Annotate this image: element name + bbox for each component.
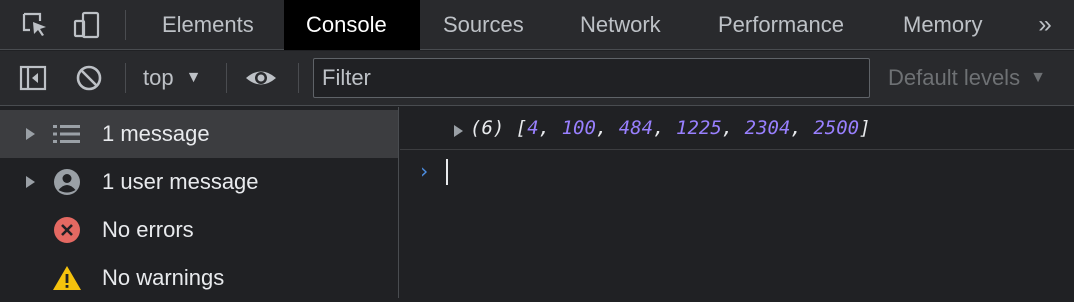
user-icon	[52, 167, 82, 197]
more-tabs-chevron-icon[interactable]: »	[1028, 8, 1062, 42]
array-value: 100	[561, 117, 596, 139]
toolbar-separator	[226, 63, 227, 93]
filter-input[interactable]	[313, 58, 870, 98]
sidebar-item-messages[interactable]: 1 message	[0, 110, 398, 158]
expand-arrow-icon[interactable]	[452, 121, 464, 143]
toolbar-separator	[125, 10, 126, 40]
tab-console[interactable]: Console	[284, 0, 420, 50]
sidebar-item-label: No warnings	[102, 265, 225, 290]
array-value: 484	[618, 117, 654, 139]
console-toolbar: top ▼ Default levels ▼	[0, 51, 1074, 106]
array-value: 2500	[813, 117, 860, 139]
caret-down-icon: ▼	[185, 69, 202, 86]
text-cursor	[446, 159, 448, 185]
device-toolbar-icon[interactable]	[70, 8, 104, 42]
warning-icon	[52, 263, 82, 293]
devtools-tabbar: Elements Console Sources Network Perform…	[0, 0, 1074, 50]
caret-down-icon: ▼	[1030, 69, 1046, 86]
sidebar-item-label: 1 message	[102, 121, 210, 146]
toolbar-separator	[298, 63, 299, 93]
sidebar-item-label: 1 user message	[102, 169, 259, 194]
context-label: top	[143, 65, 174, 90]
error-icon	[52, 215, 82, 245]
tab-performance[interactable]: Performance	[696, 0, 866, 50]
console-prompt-row[interactable]: ›	[400, 151, 1074, 191]
live-expression-eye-icon[interactable]	[244, 61, 278, 95]
array-value: 2304	[744, 117, 791, 139]
sidebar-item-label: No errors	[102, 217, 194, 242]
console-output-area[interactable]: (6) [4, 100, 484, 1225, 2304, 2500] ›	[400, 107, 1074, 298]
array-value: 1225	[676, 117, 722, 139]
tab-memory[interactable]: Memory	[881, 0, 1004, 50]
tab-network[interactable]: Network	[558, 0, 683, 50]
sidebar-item-user-messages[interactable]: 1 user message	[0, 158, 398, 206]
sidebar-toggle-icon[interactable]	[16, 61, 50, 95]
clear-console-icon[interactable]	[72, 61, 106, 95]
log-levels-label: Default levels	[888, 65, 1021, 90]
prompt-chevron-icon: ›	[418, 159, 431, 183]
expand-arrow-icon[interactable]	[22, 126, 38, 142]
sidebar-item-errors[interactable]: No errors	[0, 206, 398, 254]
sidebar-item-warnings[interactable]: No warnings	[0, 254, 398, 302]
array-value: 4	[527, 117, 539, 139]
expand-arrow-icon[interactable]	[22, 174, 38, 190]
log-levels-dropdown[interactable]: Default levels ▼	[888, 61, 1046, 95]
toolbar-separator	[125, 63, 126, 93]
console-sidebar: 1 message 1 user message No errors No wa…	[0, 107, 399, 298]
inspect-element-icon[interactable]	[18, 8, 52, 42]
tab-elements[interactable]: Elements	[140, 0, 276, 50]
console-message-row[interactable]: (6) [4, 100, 484, 1225, 2304, 2500]	[400, 107, 1074, 150]
list-icon	[52, 119, 82, 149]
array-length: (6)	[470, 117, 505, 139]
array-preview: (6) [4, 100, 484, 1225, 2304, 2500]	[470, 117, 871, 139]
tab-sources[interactable]: Sources	[421, 0, 546, 50]
context-selector[interactable]: top ▼	[143, 61, 201, 95]
